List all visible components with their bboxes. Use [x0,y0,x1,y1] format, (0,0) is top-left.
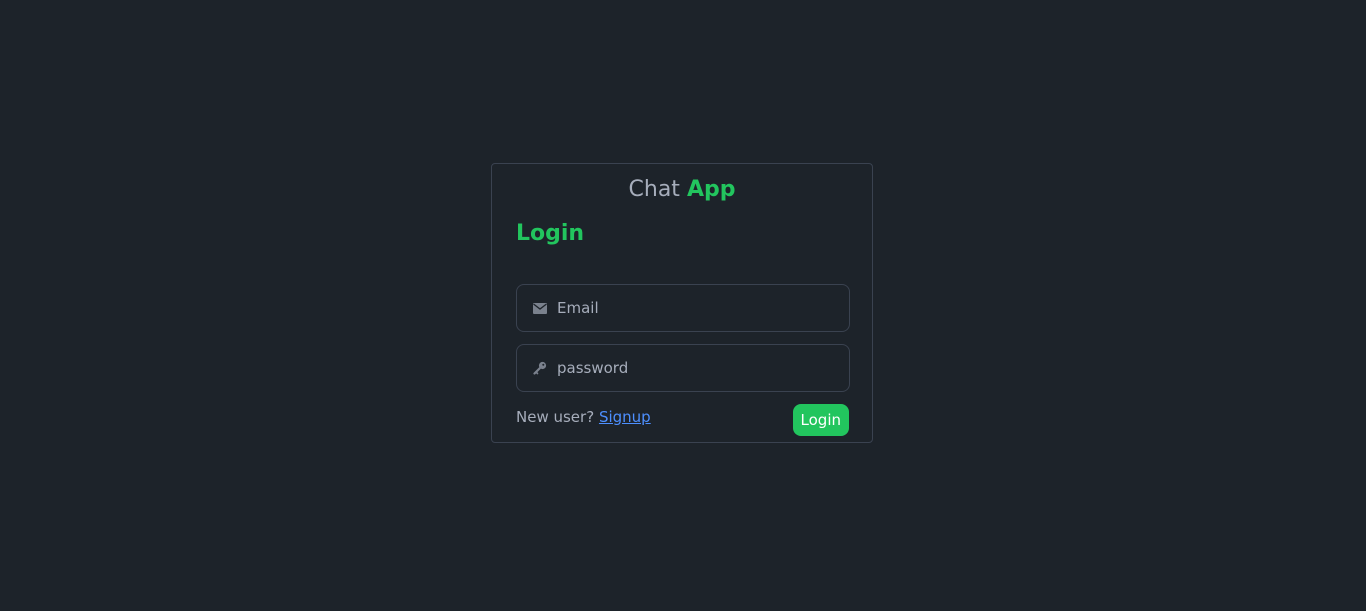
email-input[interactable] [557,285,849,331]
login-button[interactable]: Login [792,404,849,436]
email-field[interactable] [516,284,850,332]
envelope-icon [533,301,547,315]
password-input[interactable] [557,345,849,391]
app-brand: Chat App [492,176,872,204]
password-field[interactable] [516,344,850,392]
signup-prompt: New user? Signup [516,407,651,427]
signup-link[interactable]: Signup [599,408,651,426]
login-card: Chat App Login New user? Signup Login [491,163,873,443]
brand-accent: App [686,177,736,202]
login-heading: Login [516,221,585,246]
brand-prefix: Chat [628,177,680,202]
signup-prompt-text: New user? [516,408,595,426]
key-icon [533,361,547,375]
